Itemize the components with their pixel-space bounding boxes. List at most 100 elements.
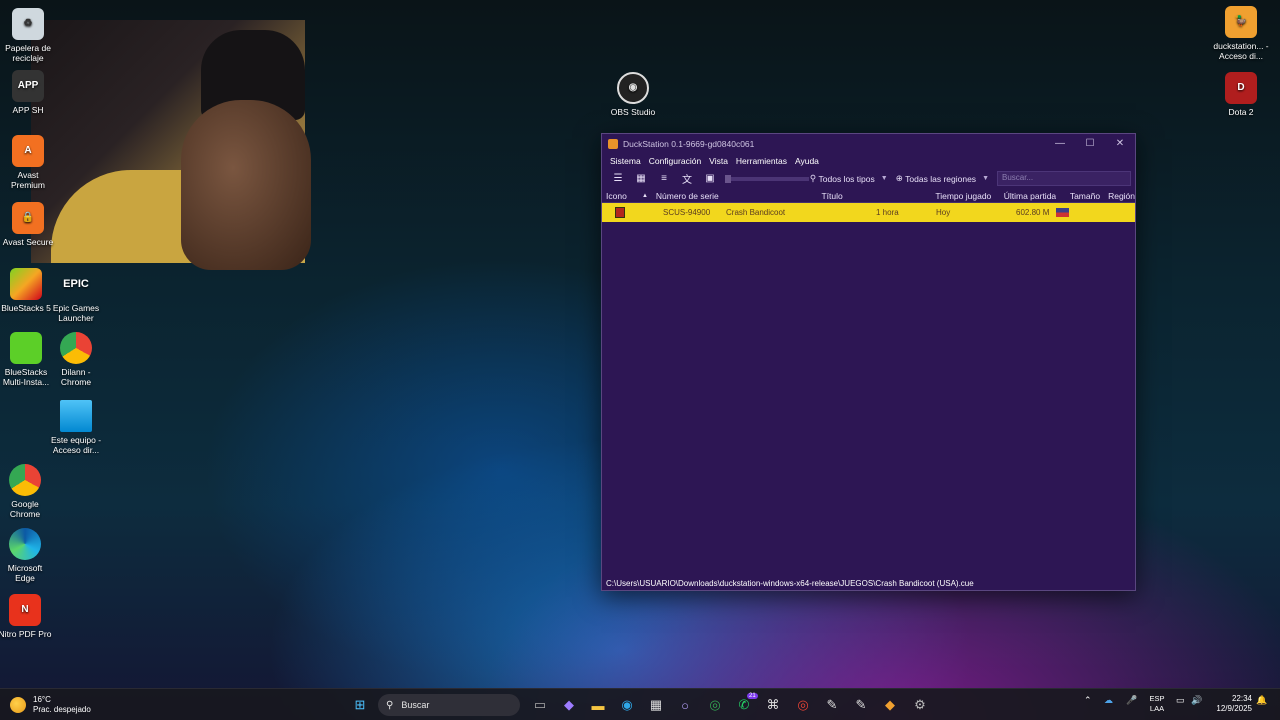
notepad-icon[interactable]: ✎: [851, 695, 871, 715]
app-icon: APP: [12, 70, 44, 102]
col-serial[interactable]: Número de serie: [650, 191, 745, 201]
weather-widget[interactable]: 16°C Prac. despejado: [10, 695, 91, 715]
show-covers-icon[interactable]: ▣: [700, 171, 720, 187]
globe-icon: ⊕: [895, 173, 906, 183]
store-icon[interactable]: ▦: [646, 695, 666, 715]
region-filter-dropdown[interactable]: ⊕ Todas las regiones ▼: [896, 173, 989, 184]
desktop-icon-avast[interactable]: A Avast Premium: [0, 135, 56, 190]
search-input[interactable]: Buscar...: [997, 171, 1131, 186]
webcam-overlay: [31, 20, 311, 270]
duckstation-taskbar-icon[interactable]: ◆: [880, 695, 900, 715]
duckstation-icon: 🦆: [1225, 6, 1257, 38]
volume-icon[interactable]: 🔊: [1191, 695, 1202, 706]
desktop-icon-dota[interactable]: D Dota 2: [1213, 72, 1269, 117]
copilot-icon[interactable]: ◆: [559, 695, 579, 715]
status-bar: C:\Users\USUARIO\Downloads\duckstation-w…: [602, 576, 1135, 590]
col-region[interactable]: Región: [1100, 191, 1135, 201]
row-title: Crash Bandicoot: [726, 208, 786, 217]
clock[interactable]: 22:34 12/9/2025: [1208, 694, 1252, 714]
col-size[interactable]: Tamaño: [1056, 191, 1100, 201]
duckstation-window: DuckStation 0.1-9669-gd0840c061 — ☐ ✕ Si…: [601, 133, 1136, 591]
bluestacks-icon: [10, 268, 42, 300]
computer-icon: [60, 400, 92, 432]
desktop-icon-duckstation[interactable]: 🦆 duckstation... - Acceso di...: [1213, 6, 1269, 61]
list-view-icon[interactable]: ☰: [608, 171, 628, 187]
nitro-pdf-icon: N: [9, 594, 41, 626]
menu-vista[interactable]: Vista: [705, 156, 732, 166]
translate-titles-icon[interactable]: 文: [677, 171, 697, 187]
obs-icon: ◉: [617, 72, 649, 104]
edge-taskbar-icon[interactable]: ◉: [617, 695, 637, 715]
desktop-icon-dilann-chrome[interactable]: Dilann - Chrome: [48, 332, 104, 387]
edge-icon: [9, 528, 41, 560]
usa-flag-icon: [1056, 208, 1069, 217]
menu-sistema[interactable]: Sistema: [606, 156, 645, 166]
merge-discs-icon[interactable]: ≡: [654, 171, 674, 187]
file-explorer-icon[interactable]: ▬: [588, 695, 608, 715]
task-view-icon[interactable]: ▭: [530, 695, 550, 715]
chevron-down-icon: ▼: [982, 175, 989, 182]
chrome-profile-icon: [60, 332, 92, 364]
network-icon[interactable]: ▭: [1176, 695, 1185, 706]
chrome-taskbar-icon[interactable]: ◎: [705, 695, 725, 715]
grid-view-icon[interactable]: ▦: [631, 171, 651, 187]
game-list-header: Icono ▲ Número de serie Título Tiempo ju…: [602, 190, 1135, 203]
zoom-slider[interactable]: [725, 174, 809, 183]
snipping-tool-icon[interactable]: ✎: [822, 695, 842, 715]
menu-ayuda[interactable]: Ayuda: [791, 156, 823, 166]
whatsapp-badge: 21: [747, 693, 758, 699]
chrome-profile-taskbar-icon[interactable]: ◎: [793, 695, 813, 715]
col-time[interactable]: Tiempo jugado: [919, 191, 991, 201]
desktop-icon-bluestacks[interactable]: BlueStacks 5: [0, 268, 54, 313]
epic-games-icon: EPIC: [63, 278, 89, 290]
row-serial: SCUS-94900: [663, 208, 711, 217]
menu-herramientas[interactable]: Herramientas: [732, 156, 791, 166]
desktop-icon-avast-secure[interactable]: 🔒 Avast Secure: [0, 202, 56, 247]
table-row[interactable]: SCUS-94900 Crash Bandicoot 1 hora Hoy 60…: [602, 203, 1135, 222]
maximize-icon[interactable]: ☐: [1075, 138, 1105, 149]
row-time: 1 hora: [876, 208, 899, 217]
minimize-icon[interactable]: —: [1045, 138, 1075, 149]
tray-chevron-up-icon[interactable]: ⌃: [1084, 695, 1092, 706]
start-icon[interactable]: ⊞: [350, 695, 370, 715]
zoom-slider-knob[interactable]: [725, 174, 731, 183]
game-icon: [615, 207, 625, 218]
bluestacks-multi-icon: [10, 332, 42, 364]
type-filter-dropdown[interactable]: ⚲ Todos los tipos ▼: [810, 173, 888, 184]
col-last[interactable]: Última partida: [991, 191, 1056, 201]
desktop-icon-this-pc[interactable]: Este equipo - Acceso dir...: [48, 400, 104, 455]
onedrive-icon[interactable]: ☁: [1104, 695, 1113, 706]
desktop-icon-recycle-bin[interactable]: ♻ Papelera de reciclaje: [0, 8, 56, 63]
window-title: DuckStation 0.1-9669-gd0840c061: [623, 138, 755, 149]
desktop-icon-edge[interactable]: Microsoft Edge: [0, 528, 53, 583]
filter-icon: ⚲: [809, 173, 819, 183]
menubar: Sistema Configuración Vista Herramientas…: [602, 153, 1135, 169]
menu-configuracion[interactable]: Configuración: [645, 156, 705, 166]
weather-sun-icon: [10, 697, 26, 713]
app-taskbar-icon[interactable]: ⌘: [763, 695, 783, 715]
close-icon[interactable]: ✕: [1105, 138, 1135, 149]
taskbar-search[interactable]: ⚲ Buscar: [378, 694, 520, 716]
desktop-icon-google-chrome[interactable]: Google Chrome: [0, 464, 53, 519]
desktop-icon-app[interactable]: APP APP SH: [0, 70, 56, 115]
settings-gear-icon[interactable]: ⚙: [910, 695, 930, 715]
language-indicator[interactable]: ESP LAA: [1147, 694, 1167, 714]
toolbar: ☰ ▦ ≡ 文 ▣ ⚲ Todos los tipos ▼ ⊕ Todas la…: [602, 169, 1135, 188]
duckstation-app-icon: [608, 138, 618, 149]
taskbar: 16°C Prac. despejado ⊞ ⚲ Buscar ▭ ◆ ▬ ◉ …: [0, 688, 1280, 720]
avast-icon: A: [12, 135, 44, 167]
desktop-icon-epic[interactable]: EPIC Epic Games Launcher: [48, 268, 104, 324]
notification-bell-icon[interactable]: 🔔: [1256, 695, 1267, 706]
webcam-face: [181, 100, 311, 270]
weather-desc: Prac. despejado: [33, 705, 91, 714]
cortana-icon[interactable]: ○: [675, 695, 695, 715]
col-title[interactable]: Título: [745, 191, 920, 201]
desktop-icon-bluestacks-multi[interactable]: BlueStacks Multi-Insta...: [0, 332, 54, 387]
recycle-bin-icon: ♻: [12, 8, 44, 40]
col-icon[interactable]: Icono: [602, 191, 642, 201]
microphone-icon[interactable]: 🎤: [1126, 695, 1137, 706]
desktop-icon-nitro[interactable]: N Nitro PDF Pro: [0, 594, 53, 639]
dota-icon: D: [1225, 72, 1257, 104]
weather-temp: 16°C: [33, 695, 51, 704]
desktop-icon-obs[interactable]: ◉ OBS Studio: [605, 72, 661, 117]
